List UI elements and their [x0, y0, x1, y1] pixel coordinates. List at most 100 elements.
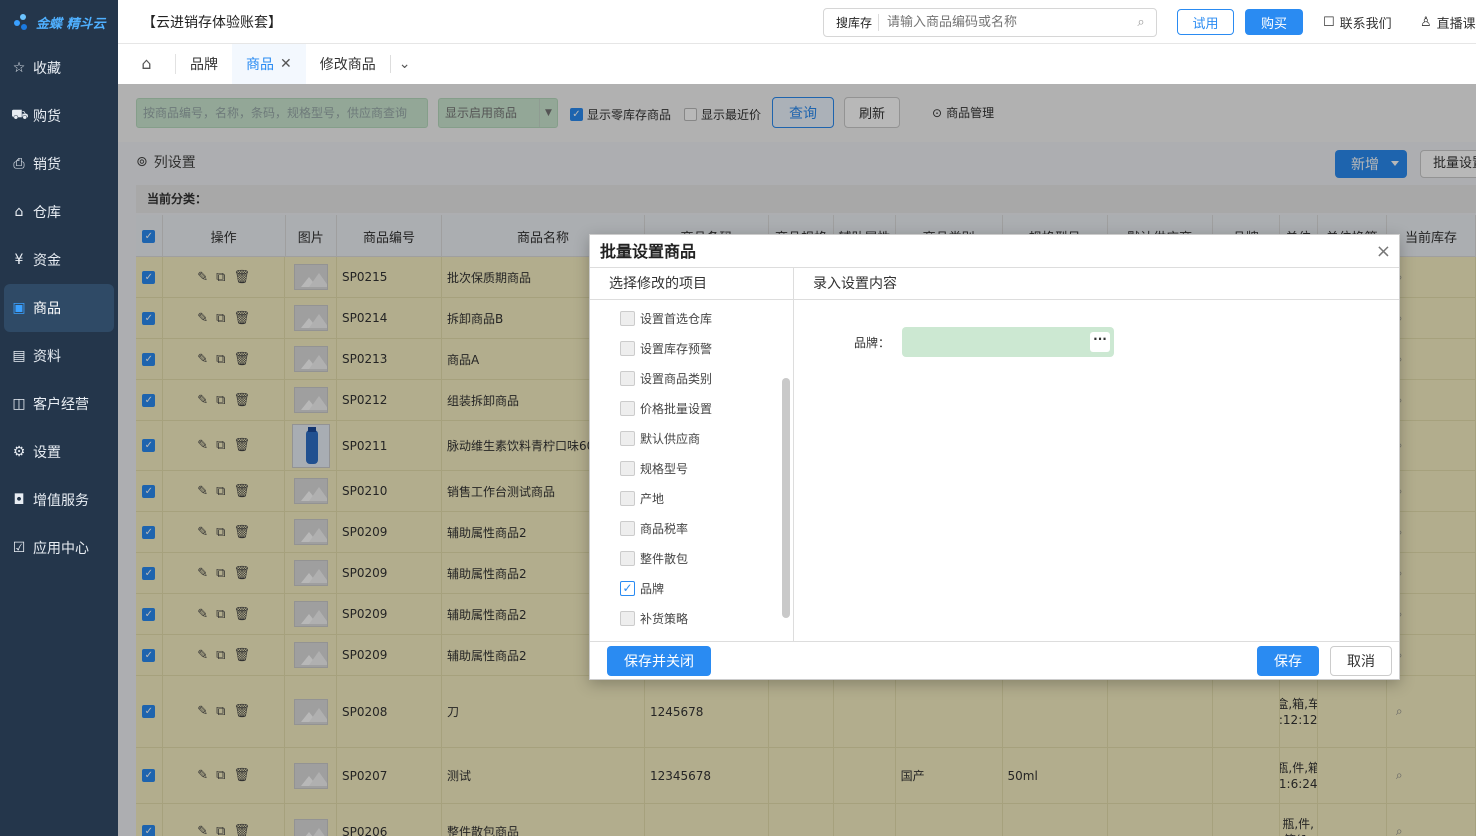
stock-search-input[interactable]: [879, 15, 1126, 30]
checkbox-icon[interactable]: [620, 400, 635, 416]
save-and-close-button[interactable]: 保存并关闭: [607, 646, 711, 676]
sidebar-item-label: 应用中心: [33, 541, 89, 557]
logo-text: 金蝶 精斗云: [36, 16, 106, 32]
option-item[interactable]: 整件散包: [590, 543, 780, 573]
cancel-button[interactable]: 取消: [1330, 646, 1392, 676]
sidebar-item-label: 仓库: [33, 205, 61, 221]
tab-edit-goods[interactable]: 修改商品: [306, 44, 390, 84]
data-doc-icon: ▤: [12, 348, 26, 364]
option-panel-header: 选择修改的项目: [590, 268, 793, 300]
live-course-label: 直播课: [1436, 17, 1476, 32]
sidebar: 金蝶 精斗云 ☆ 收藏 ⛟ 购货 ⎙ 销货 ⌂ 仓库 ¥ 资金 ▣ 商品 ▤ 资料 ◫ 客户经营 ⚙ 设置 ◘ 增值服…: [0, 0, 118, 836]
option-label: 默认供应商: [640, 431, 701, 446]
sidebar-item-label: 购货: [33, 109, 61, 125]
tabs-more-icon[interactable]: ⌄: [391, 56, 419, 72]
sidebar-item[interactable]: ⛟ 购货: [0, 92, 118, 140]
brand-logo[interactable]: 金蝶 精斗云: [0, 0, 118, 44]
sidebar-item-label: 销货: [33, 157, 61, 173]
option-label: 设置商品类别: [640, 371, 713, 386]
content-panel-header: 录入设置内容: [794, 268, 1399, 300]
sidebar-item-label: 商品: [33, 301, 61, 317]
contact-us-label: 联系我们: [1339, 17, 1392, 32]
home-icon[interactable]: ⌂: [118, 54, 176, 74]
trial-button[interactable]: 试用: [1177, 9, 1234, 35]
close-icon[interactable]: ×: [1376, 241, 1391, 262]
sidebar-item[interactable]: ▤ 资料: [0, 332, 118, 380]
warehouse-icon: ⌂: [14, 204, 24, 220]
sidebar-item[interactable]: ☆ 收藏: [0, 44, 118, 92]
close-icon[interactable]: ✕: [280, 56, 292, 72]
chat-icon: ☐: [1323, 15, 1335, 30]
option-panel: 选择修改的项目 设置首选仓库设置库存预警 设置商品类别 价格批量设置 默认供应商规格型…: [590, 268, 794, 641]
option-item[interactable]: 商品税率: [590, 513, 780, 543]
brand-input[interactable]: ···: [902, 327, 1115, 357]
option-list-scrollbar[interactable]: [782, 378, 790, 618]
sidebar-item-label: 资料: [33, 349, 61, 365]
chart-icon: ◫: [12, 396, 26, 412]
save-button[interactable]: 保存: [1257, 646, 1319, 676]
checkbox-icon[interactable]: [620, 310, 635, 326]
sidebar-item-label: 设置: [33, 445, 61, 461]
account-title[interactable]: 【云进销存体验账套】: [118, 12, 282, 32]
sales-doc-icon: ⎙: [13, 156, 25, 172]
checkbox-icon[interactable]: [620, 430, 635, 446]
option-item[interactable]: 规格型号: [590, 453, 780, 483]
option-item[interactable]: ✓ 品牌: [590, 573, 780, 603]
sidebar-item[interactable]: ☑ 应用中心: [0, 524, 118, 572]
cart-icon: ⛟: [11, 107, 29, 123]
checkbox-icon[interactable]: [620, 610, 635, 626]
option-label: 规格型号: [640, 461, 689, 476]
option-item[interactable]: 默认供应商: [590, 423, 780, 453]
option-item[interactable]: 补货策略: [590, 603, 780, 633]
sidebar-item[interactable]: ⎙ 销货: [0, 140, 118, 188]
stock-search: 搜库存 ⌕: [823, 8, 1157, 37]
sidebar-item-label: 资金: [33, 253, 61, 269]
checkbox-icon[interactable]: [620, 520, 635, 536]
contact-us-link[interactable]: ☐ 联系我们: [1323, 13, 1392, 32]
tabs-bar: ⌂ 品牌 商品 ✕ 修改商品 ⌄: [118, 44, 1476, 84]
sidebar-item[interactable]: ⌂ 仓库: [0, 188, 118, 236]
sidebar-item[interactable]: ◘ 增值服务: [0, 476, 118, 524]
option-item[interactable]: 产地: [590, 483, 780, 513]
settings-icon: ⚙: [12, 444, 26, 460]
option-label: 产地: [640, 491, 665, 506]
option-label: 商品税率: [640, 521, 689, 536]
star-icon: ☆: [12, 60, 26, 76]
sidebar-item[interactable]: ¥ 资金: [0, 236, 118, 284]
money-icon: ¥: [14, 252, 24, 268]
sidebar-item[interactable]: ▣ 商品: [4, 284, 114, 332]
checkbox-icon[interactable]: [620, 490, 635, 506]
checkbox-icon[interactable]: [620, 340, 635, 356]
search-icon[interactable]: ⌕: [1126, 15, 1156, 30]
batch-set-goods-dialog: 批量设置商品 × 选择修改的项目 设置首选仓库设置库存预警 设置商品类别 价格批量设…: [589, 234, 1400, 680]
option-list: 设置首选仓库设置库存预警 设置商品类别 价格批量设置 默认供应商规格型号产地商品税率整…: [590, 300, 780, 640]
sidebar-item[interactable]: ◫ 客户经营: [0, 380, 118, 428]
checkbox-icon[interactable]: [620, 460, 635, 476]
tab-goods[interactable]: 商品 ✕: [232, 44, 306, 84]
checkbox-icon[interactable]: [620, 550, 635, 566]
option-item[interactable]: 价格批量设置: [590, 393, 780, 423]
sidebar-item-label: 收藏: [33, 61, 61, 77]
top-bar: 【云进销存体验账套】 搜库存 ⌕ 试用 购买 ☐ 联系我们 ♙ 直播课: [118, 0, 1476, 44]
option-item[interactable]: 设置首选仓库: [590, 303, 780, 333]
search-scope-label[interactable]: 搜库存: [824, 14, 880, 31]
buy-button[interactable]: 购买: [1245, 9, 1303, 35]
more-icon[interactable]: ···: [1090, 332, 1111, 352]
option-item[interactable]: 设置库存预警: [590, 333, 780, 363]
tab-label: 品牌: [190, 57, 218, 73]
sidebar-item-label: 客户经营: [33, 397, 89, 413]
option-label: 价格批量设置: [640, 401, 713, 416]
live-course-link[interactable]: ♙ 直播课: [1420, 13, 1476, 32]
goods-icon: ▣: [12, 300, 26, 316]
sidebar-item[interactable]: ⚙ 设置: [0, 428, 118, 476]
option-label: 设置库存预警: [640, 341, 713, 356]
option-label: 整件散包: [640, 551, 689, 566]
dialog-title: 批量设置商品: [590, 235, 1399, 268]
checkbox-checked-icon[interactable]: ✓: [620, 580, 635, 596]
tab-brand[interactable]: 品牌: [176, 44, 232, 84]
option-item[interactable]: 设置商品类别: [590, 363, 780, 393]
checkbox-icon[interactable]: [620, 370, 635, 386]
app-center-icon: ☑: [12, 540, 26, 556]
brand-label: 品牌：: [854, 335, 891, 350]
brand-field-row: 品牌： ···: [854, 327, 1115, 357]
